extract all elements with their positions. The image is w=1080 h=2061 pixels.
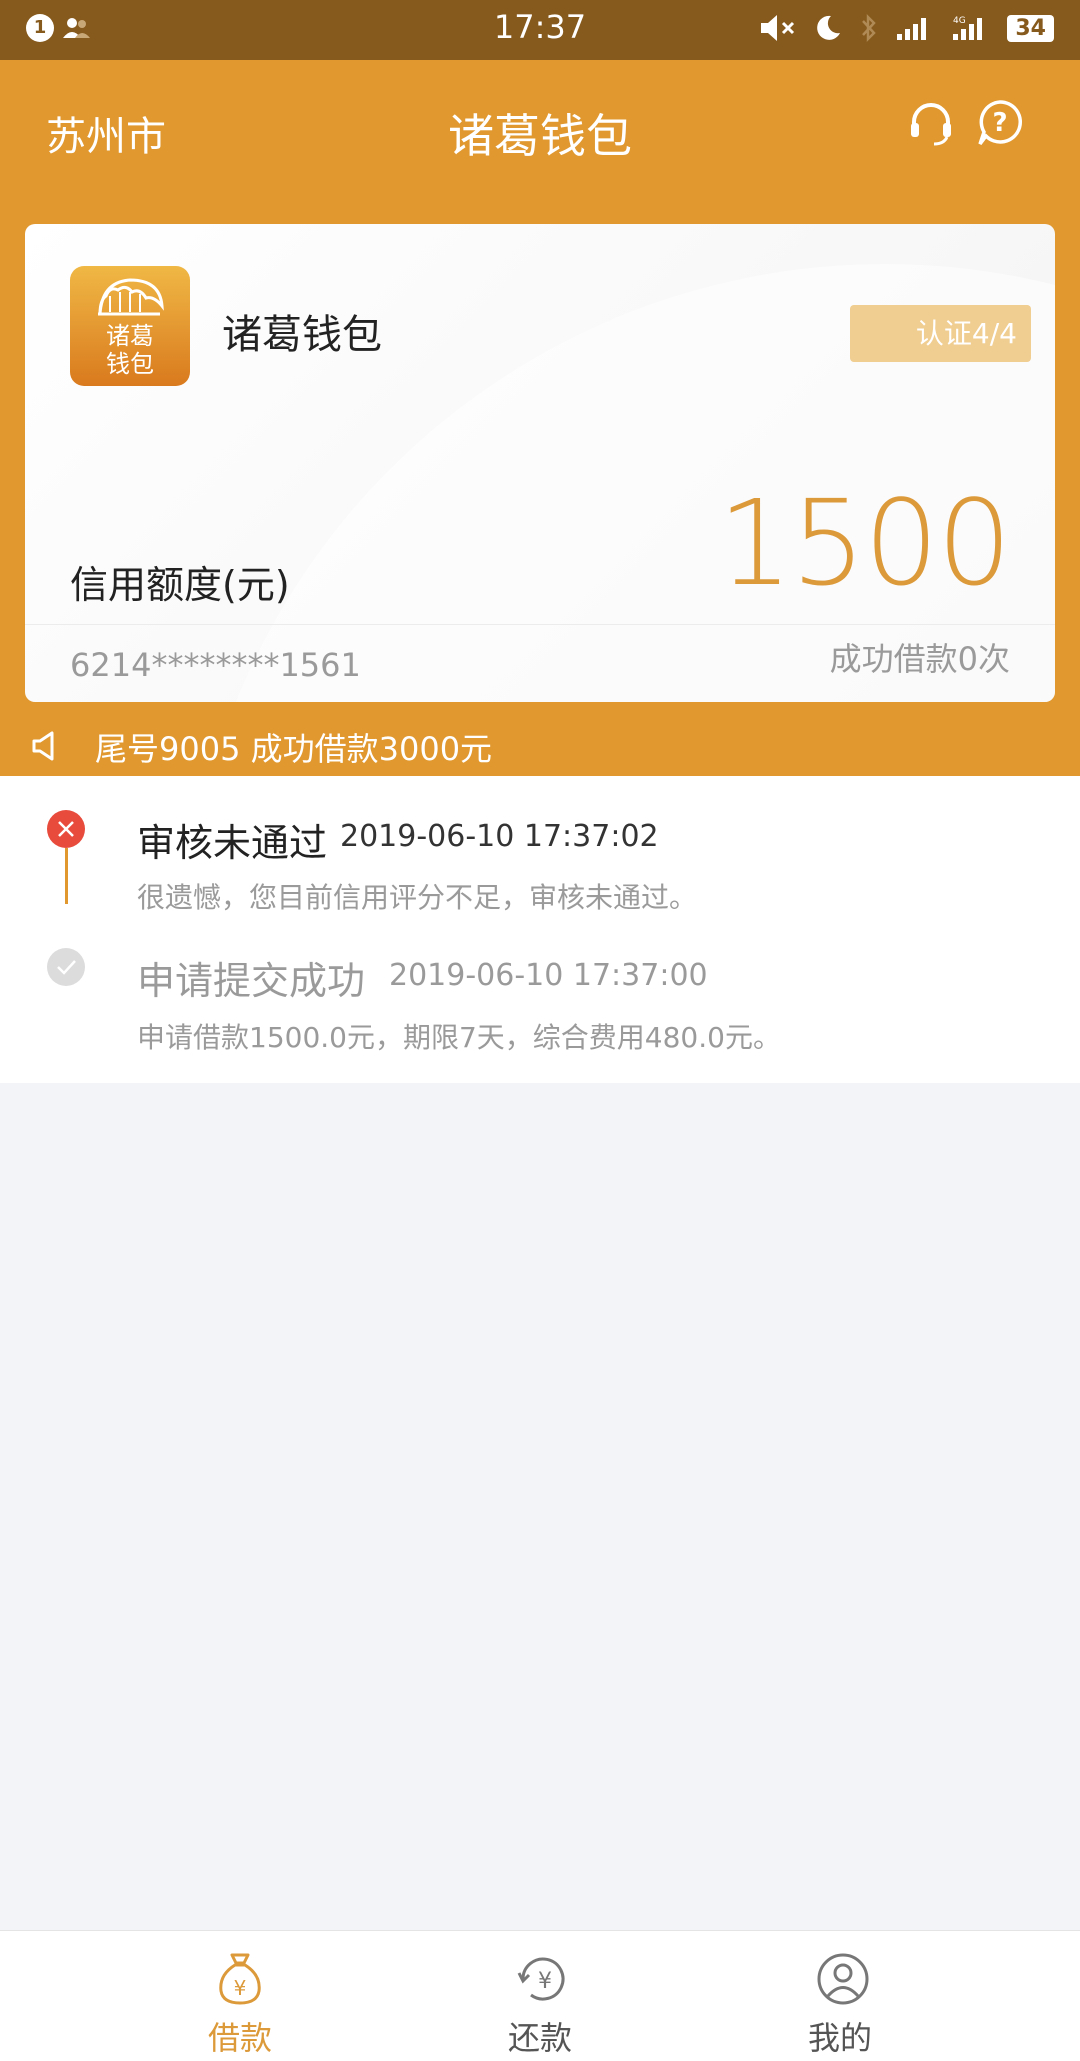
credit-limit-amount: 1500 [717,474,1012,612]
timeline-timestamp: 2019-06-10 17:37:02 [340,819,659,854]
card-app-name: 诸葛钱包 [222,312,382,358]
svg-text:钱包: 钱包 [106,350,154,378]
notice-bar: 尾号9005 成功借款3000元 [0,718,1080,776]
help-question-icon[interactable]: ? [976,98,1024,148]
loan-count: 成功借款0次 [829,640,1010,678]
tab-borrow-label: 借款 [207,2019,272,2057]
svg-text:?: ? [992,108,1007,138]
card-divider [25,624,1055,625]
tab-repay-label: 还款 [507,2019,572,2057]
tab-mine[interactable]: 我的 [740,1931,940,2061]
tab-mine-label: 我的 [807,2019,872,2057]
credit-limit-label: 信用额度(元) [70,563,290,607]
status-right: 4G 34 [759,13,1054,43]
timeline-description: 申请借款1500.0元，期限7天，综合费用480.0元。 [137,1021,781,1054]
certification-button[interactable]: 认证4/4 [850,305,1031,362]
speaker-icon [32,731,54,761]
money-bag-icon: ¥ [219,1953,261,2005]
app-logo: 诸葛 钱包 [70,266,190,386]
header: 苏州市 诸葛钱包 ? 诸葛 钱包 诸葛钱包 认证4/4 信用额度(元) 1500… [0,60,1080,776]
logo-text: 诸葛 钱包 [106,322,154,378]
customer-service-headset-icon[interactable] [906,98,956,148]
do-not-disturb-moon-icon [817,15,841,40]
svg-text:¥: ¥ [538,1969,552,1994]
close-x-icon [58,821,74,837]
bank-card-number: 6214********1561 [70,646,361,684]
status-bar: 1 17:37 4G 34 [0,0,1080,60]
credit-card-panel: 诸葛 钱包 诸葛钱包 认证4/4 信用额度(元) 1500 6214******… [25,224,1055,702]
timeline-connector [65,848,68,904]
bluetooth-icon [862,13,877,43]
svg-text:4G: 4G [953,16,966,26]
timeline-status-title: 申请提交成功 [137,959,366,1003]
bottom-tab-bar: ¥ 借款 ¥ 还款 我的 [0,1930,1080,2061]
tab-repay[interactable]: ¥ 还款 [440,1931,640,2061]
svg-text:诸葛: 诸葛 [106,322,154,350]
mute-icon [761,15,795,41]
timeline-timestamp: 2019-06-10 17:37:00 [389,958,708,993]
checkmark-icon [57,960,76,975]
tab-borrow[interactable]: ¥ 借款 [140,1931,340,2061]
timeline-status-title: 审核未通过 [137,821,328,865]
timeline-description: 很遗憾，您目前信用评分不足，审核未通过。 [137,881,698,914]
signal-4g-icon: 4G [953,16,983,40]
user-icon [817,1953,869,2005]
svg-text:¥: ¥ [234,1976,247,2000]
signal-icon [897,18,927,40]
application-timeline: 审核未通过 2019-06-10 17:37:02 很遗憾，您目前信用评分不足，… [0,776,1080,1083]
completed-status-dot [47,948,85,986]
battery-indicator: 34 [1007,14,1054,42]
repay-icon: ¥ [517,1957,565,2001]
rejected-status-dot [47,810,85,848]
notice-text: 尾号9005 成功借款3000元 [95,730,493,768]
certification-label: 认证4/4 [915,317,1017,350]
